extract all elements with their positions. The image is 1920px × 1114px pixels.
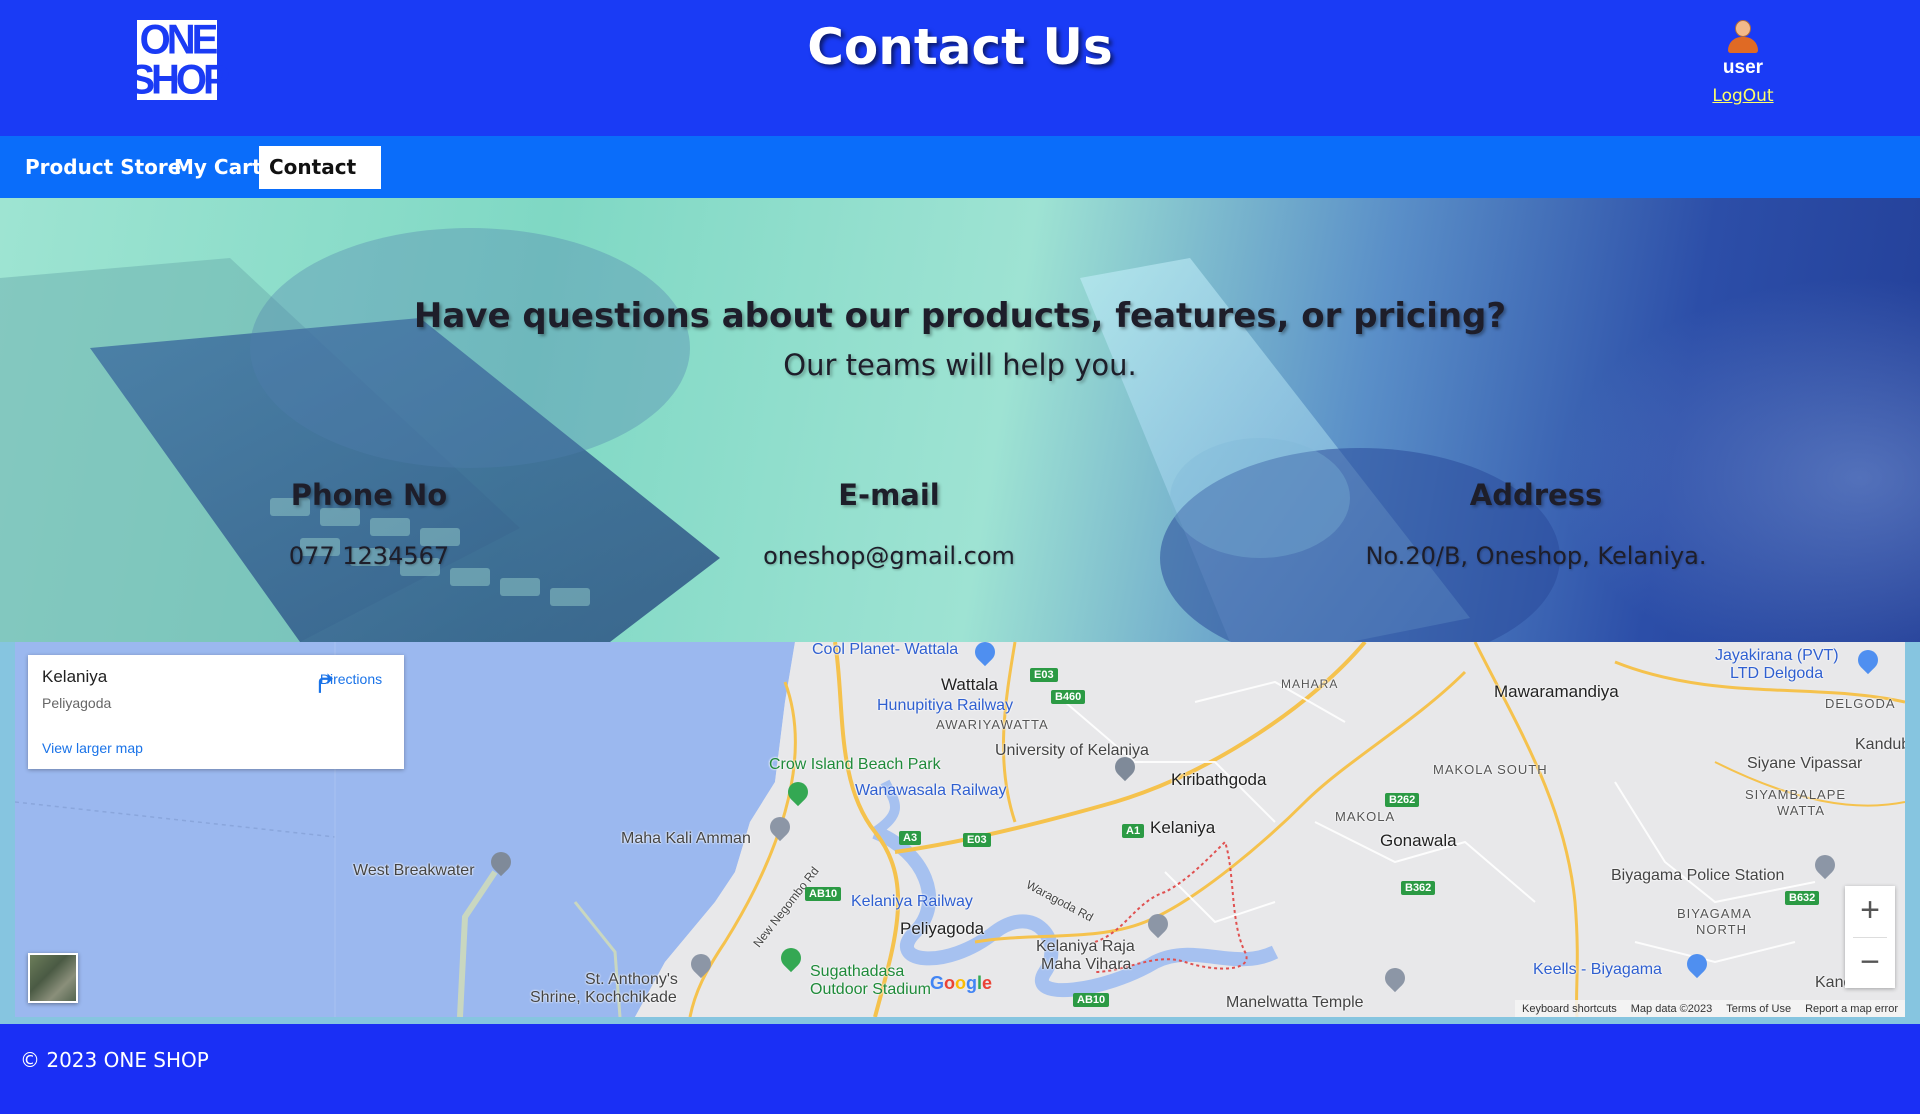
map-label: WATTA bbox=[1777, 803, 1826, 818]
map-section: Cool Planet- Wattala Wattala Hunupitiya … bbox=[0, 642, 1920, 1024]
hero-subheading: Our teams will help you. bbox=[783, 348, 1137, 382]
map-label: MAKOLA bbox=[1335, 809, 1396, 824]
map-label: Gonawala bbox=[1380, 831, 1457, 850]
phone-value: 077 1234567 bbox=[288, 542, 450, 570]
map-label: Siyane Vipassar bbox=[1747, 755, 1863, 772]
map-attribution: Keyboard shortcuts Map data ©2023 Terms … bbox=[1514, 1000, 1905, 1017]
road-badge: A1 bbox=[1122, 824, 1145, 838]
user-name: user bbox=[1722, 57, 1764, 78]
zoom-controls: + − bbox=[1845, 886, 1895, 988]
google-map[interactable]: Cool Planet- Wattala Wattala Hunupitiya … bbox=[15, 642, 1905, 1017]
map-label: Keells - Biyagama bbox=[1533, 961, 1662, 978]
user-panel: user LogOut bbox=[1680, 18, 1806, 106]
directions-button[interactable]: Directions bbox=[308, 669, 394, 693]
main-nav: Product Store My Cart Contact Us bbox=[0, 136, 1920, 222]
email-label: E-mail bbox=[838, 478, 940, 512]
road-badge: B460 bbox=[1051, 690, 1086, 704]
map-data-text: Map data ©2023 bbox=[1630, 1002, 1713, 1015]
google-logo: Google bbox=[930, 973, 993, 993]
map-label: AWARIYAWATTA bbox=[936, 717, 1049, 732]
map-label: Wanawasala Railway bbox=[855, 782, 1007, 799]
site-footer: © 2023 ONE SHOP bbox=[0, 1024, 1920, 1114]
map-label: Maha Kali Amman bbox=[621, 830, 751, 847]
map-label: Cool Planet- Wattala bbox=[812, 642, 959, 658]
map-label: Mawaramandiya bbox=[1494, 682, 1619, 701]
road-badge: B362 bbox=[1401, 881, 1436, 895]
map-label: Shrine, Kochchikade bbox=[530, 989, 677, 1006]
hero-background-image bbox=[0, 228, 1560, 642]
site-header: ONE SHOP Contact Us user LogOut bbox=[0, 0, 1920, 136]
directions-arrow-icon bbox=[318, 673, 333, 693]
map-label: University of Kelaniya bbox=[995, 742, 1149, 759]
map-label: LTD Delgoda bbox=[1730, 665, 1824, 682]
map-label: Outdoor Stadium bbox=[810, 981, 931, 998]
road-badge: AB10 bbox=[1073, 993, 1110, 1007]
email-value: oneshop@gmail.com bbox=[763, 542, 1015, 570]
map-label: MAHARA bbox=[1281, 677, 1339, 691]
phone-column: Phone No 077 1234567 bbox=[219, 478, 519, 570]
terms-of-use-link[interactable]: Terms of Use bbox=[1719, 1003, 1798, 1015]
zoom-in-button[interactable]: + bbox=[1845, 886, 1895, 937]
satellite-layer-button[interactable] bbox=[28, 953, 78, 1003]
map-label: Wattala bbox=[941, 675, 999, 694]
phone-label: Phone No bbox=[290, 478, 448, 512]
map-label: Peliyagoda bbox=[900, 919, 985, 938]
map-label: Maha Vihara bbox=[1041, 956, 1132, 973]
address-value: No.20/B, Oneshop, Kelaniya. bbox=[1365, 542, 1707, 570]
place-name: Kelaniya bbox=[42, 667, 108, 686]
nav-my-cart[interactable]: My Cart bbox=[164, 146, 272, 189]
place-area: Peliyagoda bbox=[42, 695, 112, 711]
map-label: Kelaniya Raja bbox=[1036, 938, 1135, 955]
road-badge: B632 bbox=[1785, 891, 1820, 905]
logout-link[interactable]: LogOut bbox=[1712, 86, 1773, 106]
nav-contact-us[interactable]: Contact Us bbox=[259, 146, 381, 222]
map-label: SIYAMBALAPE bbox=[1745, 787, 1847, 802]
map-label: Kelaniya Railway bbox=[851, 893, 973, 910]
map-label: West Breakwater bbox=[353, 862, 475, 879]
user-avatar-icon bbox=[1726, 18, 1760, 54]
map-label: Crow Island Beach Park bbox=[769, 756, 941, 773]
view-larger-map-link[interactable]: View larger map bbox=[42, 740, 143, 756]
report-map-error-link[interactable]: Report a map error bbox=[1798, 1003, 1905, 1015]
keyboard-shortcuts-link[interactable]: Keyboard shortcuts bbox=[1515, 1003, 1624, 1015]
road-badge: AB10 bbox=[805, 887, 842, 901]
map-label: BIYAGAMA bbox=[1677, 906, 1752, 921]
footer-copyright: © 2023 ONE SHOP bbox=[20, 1048, 209, 1072]
map-label: NORTH bbox=[1696, 922, 1747, 937]
map-label: Sugathadasa bbox=[810, 963, 905, 980]
address-column: Address No.20/B, Oneshop, Kelaniya. bbox=[1336, 478, 1736, 570]
hero-heading: Have questions about our products, featu… bbox=[413, 296, 1507, 336]
address-label: Address bbox=[1469, 478, 1603, 512]
map-label: Biyagama Police Station bbox=[1611, 867, 1785, 884]
road-badge: B262 bbox=[1385, 793, 1420, 807]
road-badge: E03 bbox=[1030, 668, 1058, 682]
contact-hero: Have questions about our products, featu… bbox=[0, 198, 1920, 642]
zoom-out-button[interactable]: − bbox=[1845, 938, 1895, 989]
map-label: St. Anthony's bbox=[585, 971, 678, 988]
road-badge: A3 bbox=[899, 831, 922, 845]
place-info-card: Kelaniya Peliyagoda View larger map Dire… bbox=[28, 655, 404, 769]
map-label: Hunupitiya Railway bbox=[877, 697, 1014, 714]
map-label: MAKOLA SOUTH bbox=[1433, 762, 1548, 777]
map-label: Kiribathgoda bbox=[1171, 770, 1267, 789]
page-title: Contact Us bbox=[807, 18, 1113, 76]
map-label: Jayakirana (PVT) bbox=[1715, 647, 1839, 664]
map-label: Manelwatta Temple bbox=[1226, 994, 1364, 1011]
map-label: Kelaniya bbox=[1150, 818, 1216, 837]
map-label: Kandubo bbox=[1855, 736, 1905, 753]
map-label: DELGODA bbox=[1825, 696, 1896, 711]
email-column: E-mail oneshop@gmail.com bbox=[739, 478, 1039, 570]
road-badge: E03 bbox=[963, 833, 991, 847]
